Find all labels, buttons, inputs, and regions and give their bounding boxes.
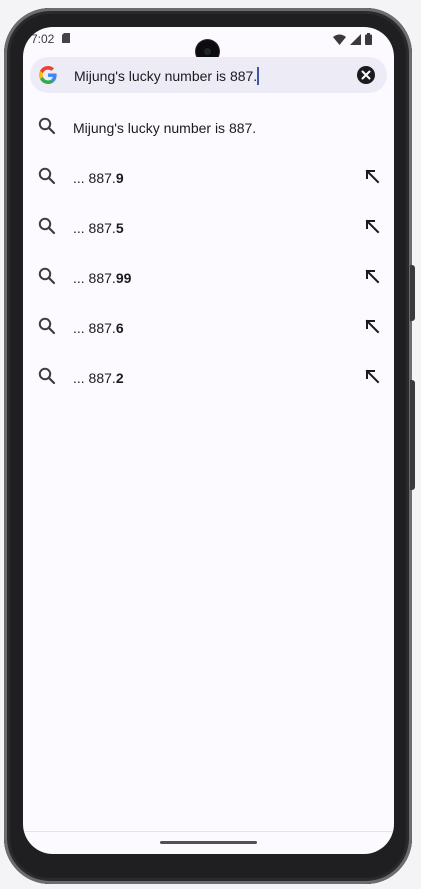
status-time: 7:02: [31, 32, 55, 46]
text-caret: [257, 67, 260, 85]
suggestion-item[interactable]: ... 887.2: [23, 353, 394, 403]
suggestion-label: Mijung's lucky number is 887.: [73, 120, 257, 136]
suggestion-label: ... 887.99: [73, 270, 132, 286]
fill-query-arrow-icon[interactable]: [363, 167, 381, 185]
suggestion-item[interactable]: ... 887.9: [23, 153, 394, 203]
fill-query-arrow-icon[interactable]: [363, 217, 381, 235]
phone-screen: 7:02 Mijung's lucky number is 887. Mijun…: [23, 27, 394, 854]
clear-icon[interactable]: [356, 65, 376, 85]
sd-card-icon: [62, 33, 70, 43]
suggestion-label: ... 887.5: [73, 220, 124, 236]
search-icon: [38, 217, 56, 235]
google-logo: [39, 66, 57, 84]
home-gesture-handle[interactable]: [160, 841, 257, 844]
fill-query-arrow-icon[interactable]: [363, 267, 381, 285]
search-icon: [38, 317, 56, 335]
wifi-icon: [333, 34, 346, 45]
search-input[interactable]: Mijung's lucky number is 887.: [74, 67, 260, 85]
search-query-text: Mijung's lucky number is 887.: [74, 68, 258, 84]
suggestion-label: ... 887.6: [73, 320, 124, 336]
suggestion-label: ... 887.9: [73, 170, 124, 186]
suggestion-item[interactable]: ... 887.6: [23, 303, 394, 353]
suggestion-item[interactable]: ... 887.99: [23, 253, 394, 303]
fill-query-arrow-icon[interactable]: [363, 367, 381, 385]
volume-button: [410, 380, 415, 490]
search-icon: [38, 117, 56, 135]
nav-divider: [23, 831, 394, 832]
suggestion-item[interactable]: Mijung's lucky number is 887.: [23, 103, 394, 153]
status-icons: [333, 32, 372, 46]
battery-icon: [365, 33, 372, 45]
cellular-signal-icon: [350, 33, 361, 45]
fill-query-arrow-icon[interactable]: [363, 317, 381, 335]
search-icon: [38, 267, 56, 285]
search-bar[interactable]: Mijung's lucky number is 887.: [30, 57, 387, 93]
suggestion-label: ... 887.2: [73, 370, 124, 386]
search-icon: [38, 167, 56, 185]
power-button: [410, 265, 415, 321]
search-icon: [38, 367, 56, 385]
suggestion-item[interactable]: ... 887.5: [23, 203, 394, 253]
